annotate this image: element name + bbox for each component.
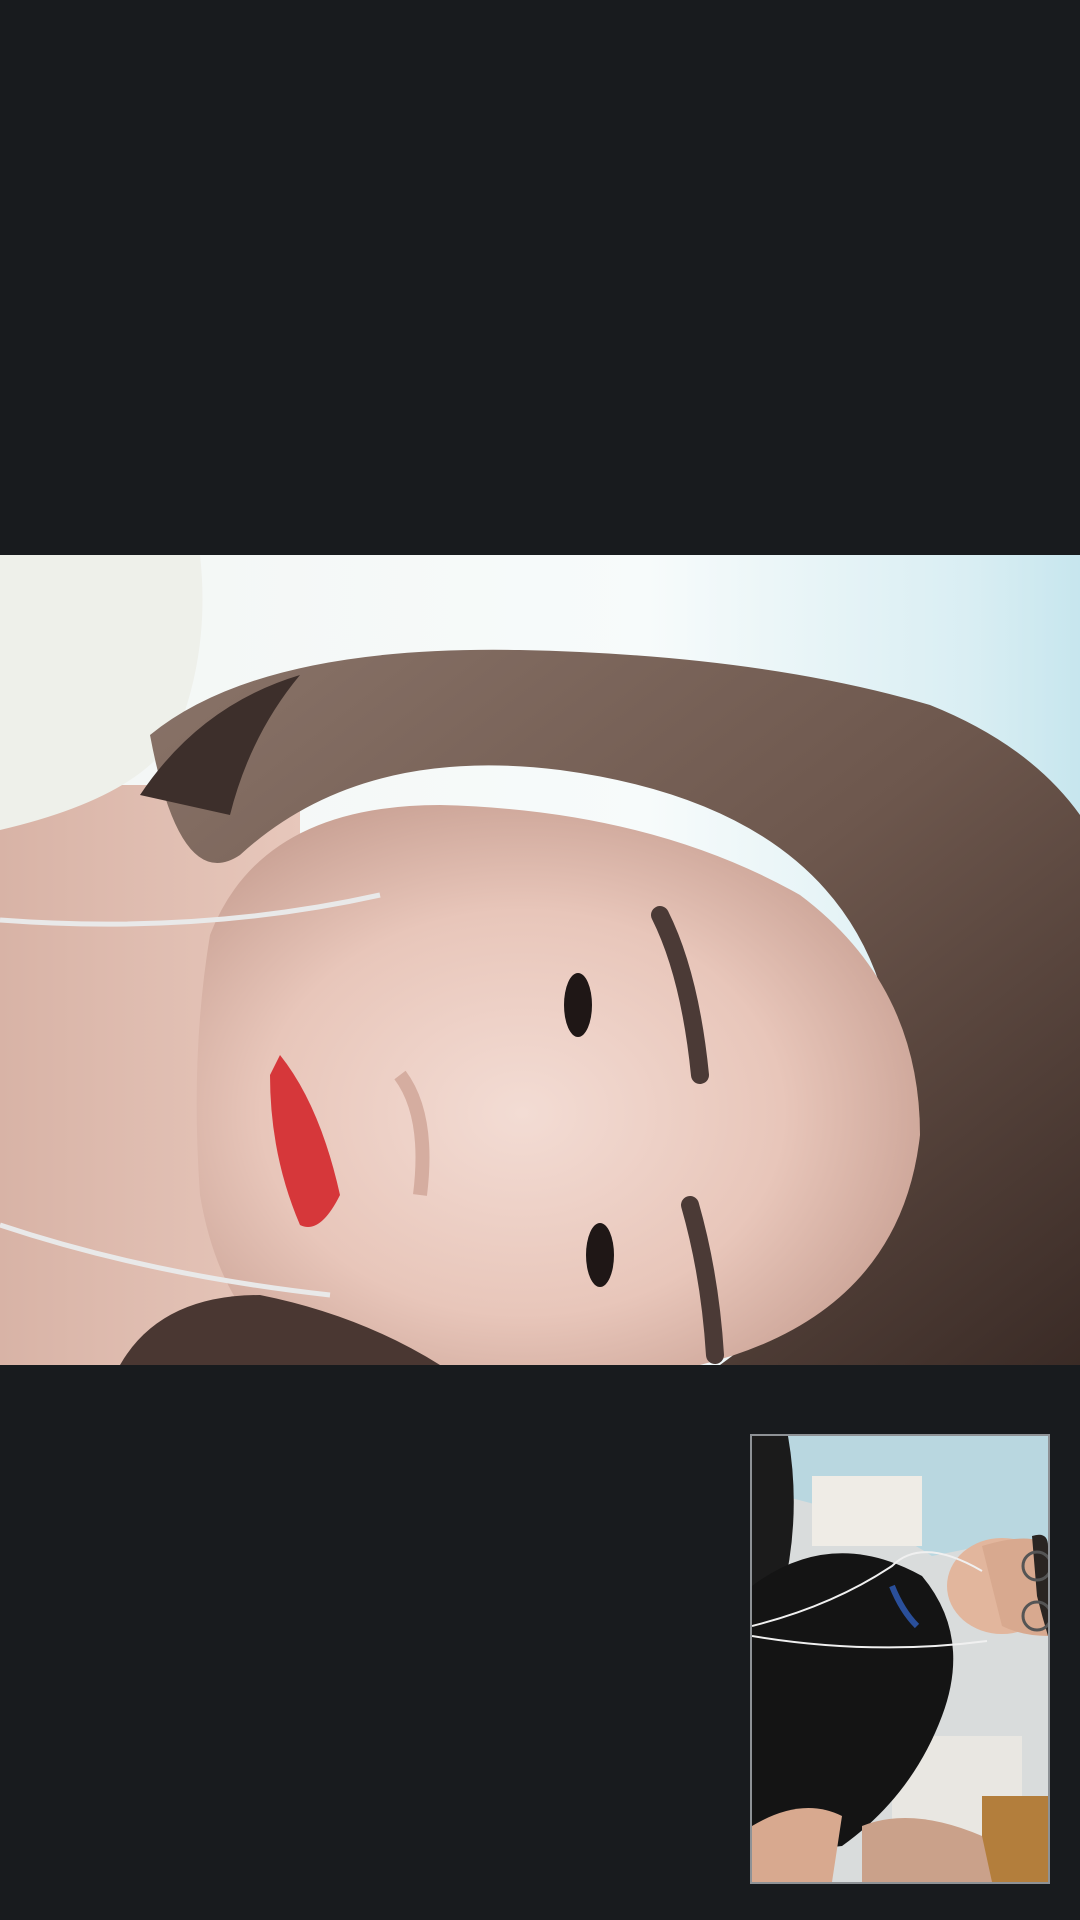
self-view-image xyxy=(752,1436,1048,1882)
self-view-preview[interactable] xyxy=(750,1434,1050,1884)
video-call-screen xyxy=(0,0,1080,1920)
remote-video-feed[interactable] xyxy=(0,555,1080,1365)
remote-participant-image xyxy=(0,555,1080,1365)
